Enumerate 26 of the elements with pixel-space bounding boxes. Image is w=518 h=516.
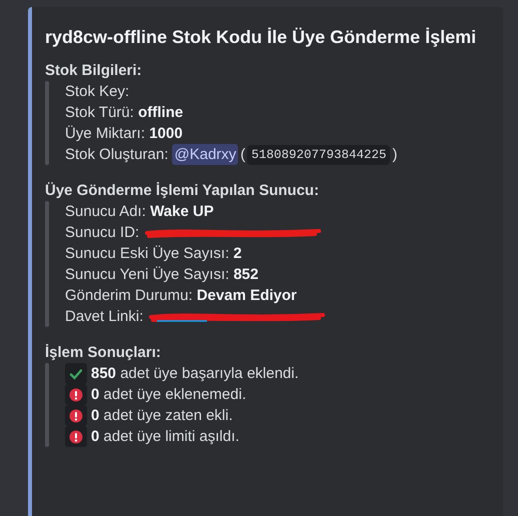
- field-label: Davet Linki:: [65, 307, 144, 327]
- parenthesis: ): [392, 145, 398, 165]
- exclamation-icon: [69, 430, 83, 444]
- section-heading: Üye Gönderme İşlemi Yapılan Sunucu:: [45, 182, 320, 199]
- result-text: 850 adet üye başarıyla eklendi.: [91, 364, 299, 384]
- parenthesis: (: [240, 145, 246, 165]
- result-text: 0 adet üye zaten ekli.: [91, 406, 233, 426]
- embed-title: ryd8cw-offline Stok Kodu İle Üye Gönderme İşlemi: [45, 27, 478, 48]
- section-heading: İşlem Sonuçları:: [45, 344, 162, 361]
- field-label: Stok Oluşturan:: [65, 145, 168, 165]
- field-text: Gönderim Durumu: Devam Ediyor: [65, 286, 297, 306]
- field-label: Sunucu ID:: [65, 223, 140, 243]
- exclamation-icon: [69, 388, 83, 402]
- field-text: Üye Miktarı: 1000: [65, 124, 183, 144]
- field-text: Stok Türü: offline: [65, 103, 184, 123]
- user-id-code: 518089207793844225: [247, 144, 390, 164]
- field-text: Sunucu Eski Üye Sayısı: 2: [65, 244, 242, 264]
- check-icon: [69, 366, 83, 380]
- result-text: 0 adet üye limiti aşıldı.: [91, 427, 240, 447]
- field-text: Sunucu Adı: Wake UP: [65, 202, 214, 222]
- user-mention[interactable]: @Kadrxy: [172, 144, 238, 165]
- result-text: 0 adet üye eklenemedi.: [91, 385, 246, 405]
- section-heading: Stok Bilgileri:: [45, 62, 143, 79]
- field-label: Stok Key:: [65, 82, 130, 102]
- exclamation-icon: [69, 408, 83, 422]
- field-text: Sunucu Yeni Üye Sayısı: 852: [65, 265, 258, 285]
